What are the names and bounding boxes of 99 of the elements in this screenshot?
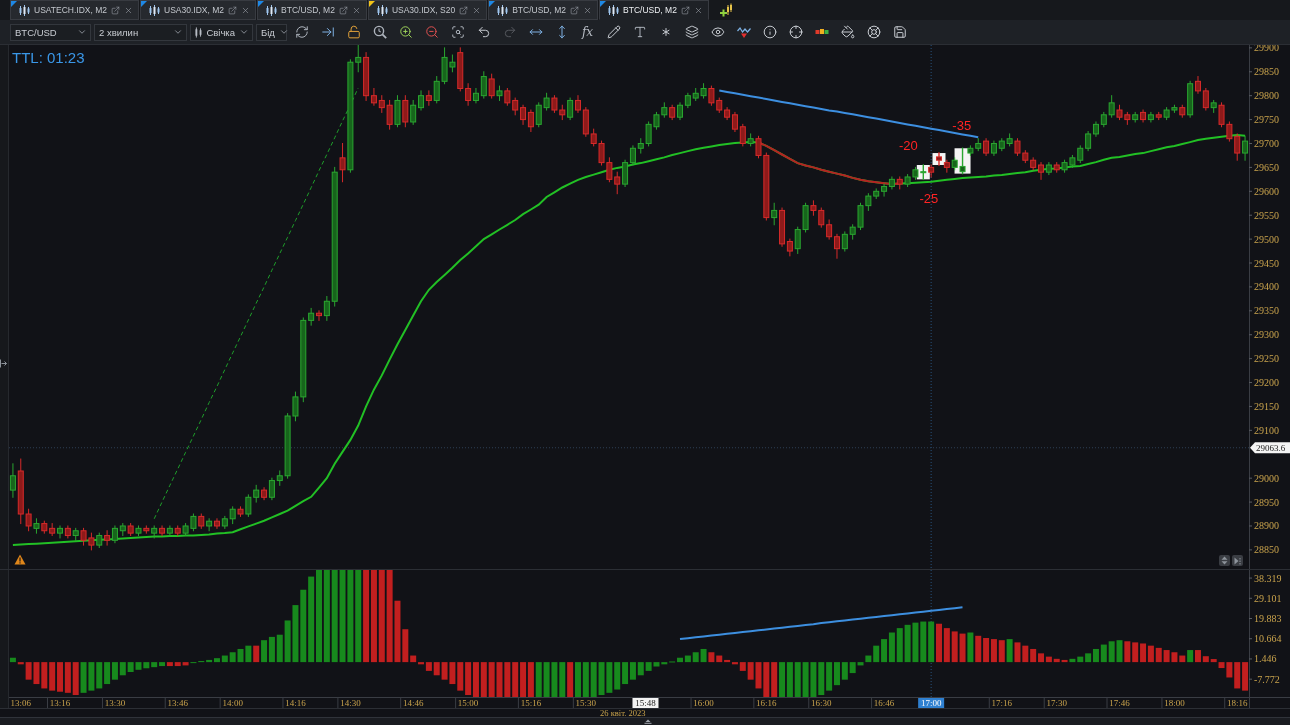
close-icon[interactable] [351,5,361,15]
price-axis-label: 29550 [1254,209,1279,221]
time-axis-label: 16:30 [811,697,832,708]
indicator-axis-label: -7.772 [1254,673,1280,685]
collapse-button[interactable] [0,359,8,369]
time-axis-label: 13:06 [10,697,32,708]
popout-icon[interactable] [228,5,238,15]
indicator-axis-label: 38.319 [1254,572,1282,584]
popout-icon[interactable] [570,5,580,15]
price-axis-label: 28850 [1254,544,1279,556]
scale-toggle-button[interactable] [1219,555,1230,566]
candles-icon [497,4,509,16]
price-axis-label: 29450 [1254,257,1279,269]
price-axis-label: 28900 [1254,520,1279,532]
time-axis-label: 13:30 [104,697,126,708]
ttl-label: TTL: 01:23 [12,49,85,66]
candles-icon [195,26,203,38]
time-axis-label: 18:16 [1226,697,1248,708]
close-icon[interactable] [583,5,593,15]
chevron-down-icon [173,27,183,37]
close-icon[interactable] [124,5,134,15]
time-axis-label: 16:16 [756,697,777,708]
function-button[interactable]: fx [576,22,599,42]
time-axis-label: 14:00 [222,697,243,708]
popout-icon[interactable] [111,5,121,15]
indicator-axis-label: 29.101 [1254,592,1282,604]
price-axis-label: 29150 [1254,400,1279,412]
time-axis-label: 18:00 [1164,697,1185,708]
time-axis-label: 15:00 [457,697,479,708]
price-axis-label: 29700 [1254,138,1279,149]
time-axis-label: 14:46 [402,697,424,708]
instrument-select[interactable]: BTC/USD [10,23,91,41]
chart-annotation: -25 [919,191,939,206]
price-axis-label: 29650 [1254,161,1279,173]
time-axis-label: 16:46 [873,697,895,708]
close-icon[interactable] [472,5,482,15]
time-axis-label: 14:16 [285,697,306,708]
chart-tab[interactable]: USATECH.IDX, M2 [10,0,140,20]
up-down-icon [1221,556,1228,565]
indicator-axis-label: 10.664 [1254,633,1282,645]
time-axis-label: 17:46 [1109,697,1130,708]
price-axis-label: 29100 [1254,424,1279,436]
price-side-select[interactable]: Бід [256,23,287,41]
price-axis-label: 29200 [1254,377,1279,389]
time-axis-label: 14:30 [340,697,361,708]
price-axis-label: 29850 [1254,66,1279,78]
price-axis-label: 29300 [1254,329,1279,341]
period-select[interactable]: 2 хвилин [94,23,187,41]
popout-icon[interactable] [338,5,348,15]
time-axis-label: 13:16 [49,697,71,708]
ref-line-label: 29063.6 [1256,442,1286,453]
candles-icon [149,4,161,16]
expand-handle-icon[interactable] [644,719,652,724]
time-axis-label: 13:46 [167,697,188,708]
price-axis-label: 29000 [1254,472,1279,484]
chevron-down-icon [278,27,289,37]
add-chart-icon [719,3,734,17]
chart-tab[interactable]: BTC/USD, M2 [257,0,367,20]
chart-type-select[interactable]: Свічка [190,23,253,41]
price-tag: 29063.6 [1250,442,1290,454]
candles-icon [266,4,278,16]
time-axis-label: 15:30 [575,697,597,708]
candles-icon [608,4,620,16]
close-icon[interactable] [693,5,703,15]
warning-icon[interactable] [14,554,26,565]
chart-annotation: -35 [952,117,972,133]
price-axis-label: 29500 [1254,233,1279,245]
chart-tab[interactable]: BTC/USD, M2 [599,0,709,20]
price-axis-label: 29800 [1254,90,1279,102]
indicator-axis-label: 1.446 [1254,653,1277,665]
candles-icon [19,4,30,16]
chart-tab[interactable]: USA30.IDX, S20 [367,0,488,20]
popout-icon[interactable] [680,5,690,15]
price-axis-label: 29350 [1254,305,1279,317]
chart-tab[interactable]: BTC/USD, M2 [488,0,599,20]
time-axis-label: 15:16 [520,697,542,708]
popout-icon[interactable] [459,5,469,15]
chart-tab[interactable]: USA30.IDX, M2 [140,0,257,20]
collapse-arrow-icon [0,359,7,368]
price-axis-label: 29900 [1254,45,1279,54]
date-label: 26 квіт. 2023 [600,709,646,717]
chevron-down-icon [239,27,249,37]
time-axis-label: 17:16 [991,697,1013,708]
price-axis-label: 29250 [1254,353,1279,365]
marked-time-label: 15:48 [632,697,659,708]
play-end-icon [1234,556,1241,565]
chart-annotation: -20 [899,137,918,153]
price-axis-label: 29600 [1254,185,1279,197]
chevron-down-icon [77,27,87,37]
cursor-time-label: 17:00 [918,697,945,708]
close-icon[interactable] [241,5,251,15]
candles-icon [376,4,388,16]
scroll-to-end-button[interactable] [1232,555,1243,566]
price-axis-label: 29400 [1254,281,1279,293]
indicator-axis-label: 19.883 [1254,613,1282,624]
price-axis-label: 28950 [1254,496,1279,508]
price-axis-label: 29750 [1254,114,1279,126]
time-axis-label: 16:00 [693,697,714,708]
time-axis-label: 17:30 [1046,697,1067,708]
